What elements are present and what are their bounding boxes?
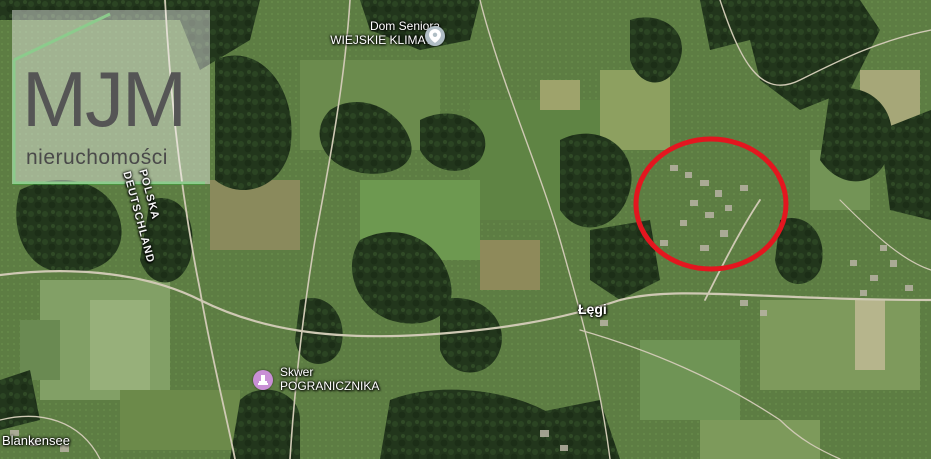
logo-mark: MJM — [22, 55, 187, 143]
poi-seniors-name: Dom Seniora — [369, 19, 440, 33]
poi-square-subtitle: POGRANICZNIKA — [280, 378, 380, 393]
logo-subtitle: nieruchomości — [26, 146, 168, 169]
poi-seniors-home[interactable]: Dom Seniora WIEJSKIE KLIMATY — [282, 19, 482, 56]
poi-seniors-subtitle: WIEJSKIE KLIMATY — [330, 32, 440, 47]
monument-pin-icon — [253, 370, 273, 390]
location-pin-icon — [425, 26, 445, 46]
poi-square[interactable]: Skwer POGRANICZNIKA — [250, 365, 420, 400]
town-label-blankensee: Blankensee — [2, 433, 70, 448]
logo-watermark: MJM nieruchomości — [12, 10, 210, 184]
poi-square-name: Skwer — [280, 365, 314, 379]
town-label-legi: Łęgi — [578, 301, 607, 317]
satellite-map[interactable]: MJM nieruchomości POLSKA DEUTSCHLAND Dom… — [0, 0, 931, 459]
